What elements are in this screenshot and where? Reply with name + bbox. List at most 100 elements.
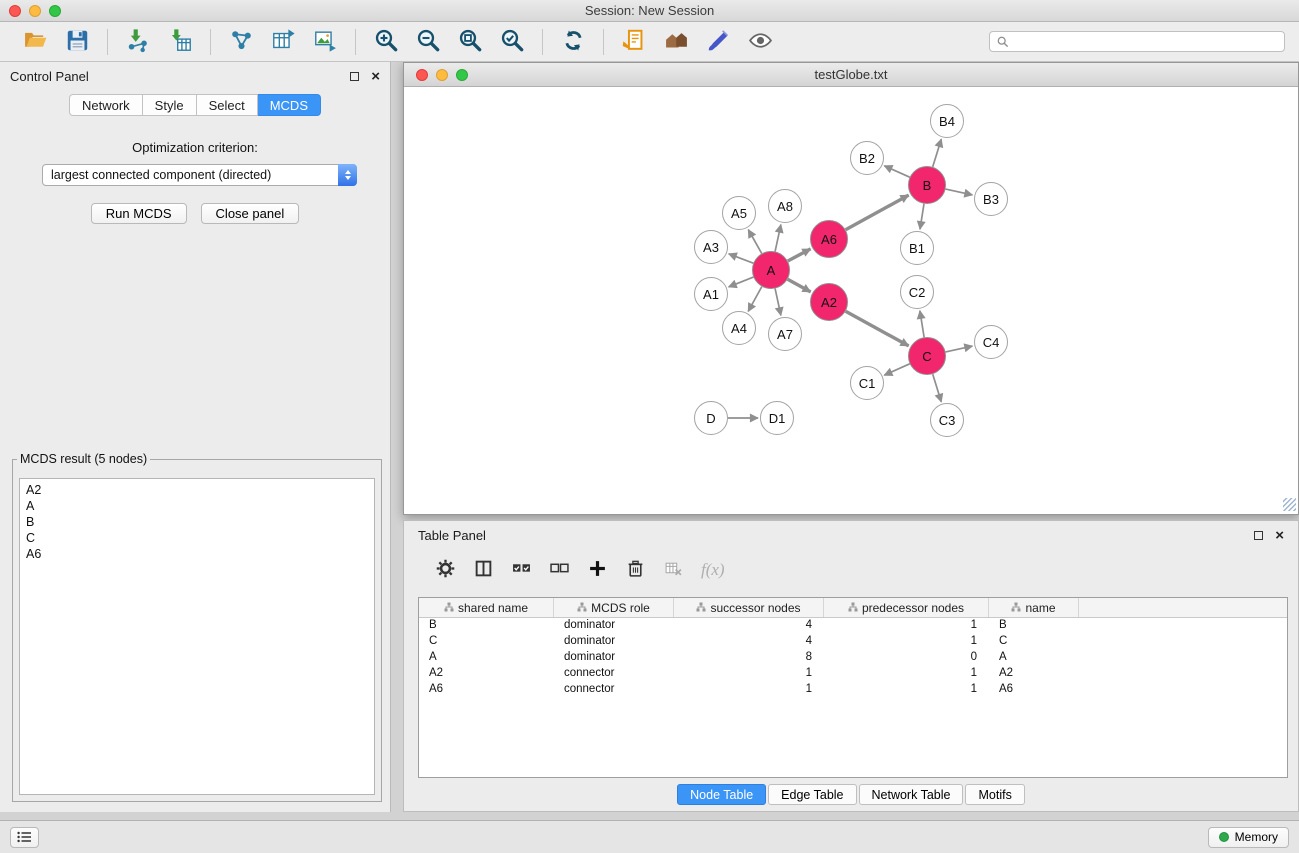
table-cell[interactable]: 1 bbox=[674, 682, 824, 698]
close-network-window-button[interactable] bbox=[416, 69, 428, 81]
new-network-button[interactable] bbox=[224, 26, 258, 58]
tab-style[interactable]: Style bbox=[143, 94, 197, 116]
table-cell[interactable]: B bbox=[419, 618, 554, 634]
zoom-in-button[interactable] bbox=[369, 26, 403, 58]
table-cell[interactable]: 8 bbox=[674, 650, 824, 666]
table-cell[interactable]: B bbox=[989, 618, 1079, 634]
table-cell[interactable]: A bbox=[419, 650, 554, 666]
edge-A-A1[interactable] bbox=[729, 277, 754, 287]
table-cell[interactable]: A6 bbox=[419, 682, 554, 698]
graph-node-B[interactable]: B bbox=[908, 166, 946, 204]
refresh-button[interactable] bbox=[556, 26, 590, 58]
edge-A-A2[interactable] bbox=[788, 279, 811, 292]
table-cell[interactable]: 4 bbox=[674, 618, 824, 634]
zoom-window-button[interactable] bbox=[49, 5, 61, 17]
function-builder-button[interactable]: f(x) bbox=[696, 555, 730, 585]
minimize-network-window-button[interactable] bbox=[436, 69, 448, 81]
table-cell[interactable]: 1 bbox=[674, 666, 824, 682]
table-cell[interactable]: dominator bbox=[554, 650, 674, 666]
graph-node-A6[interactable]: A6 bbox=[810, 220, 848, 258]
import-network-button[interactable] bbox=[121, 26, 155, 58]
column-header-mcds-role[interactable]: MCDS role bbox=[554, 598, 674, 617]
unselect-all-button[interactable] bbox=[544, 555, 574, 585]
edge-A-A3[interactable] bbox=[729, 254, 754, 263]
close-panel-icon[interactable]: × bbox=[371, 69, 380, 84]
edge-C-C1[interactable] bbox=[884, 364, 909, 375]
close-window-button[interactable] bbox=[9, 5, 21, 17]
edge-A-A8[interactable] bbox=[775, 225, 781, 252]
table-cell[interactable]: dominator bbox=[554, 634, 674, 650]
graph-node-A[interactable]: A bbox=[752, 251, 790, 289]
table-settings-button[interactable] bbox=[430, 555, 460, 585]
table-cell[interactable]: connector bbox=[554, 682, 674, 698]
close-panel-button[interactable]: Close panel bbox=[201, 203, 300, 224]
apply-style-button[interactable] bbox=[701, 26, 735, 58]
table-row[interactable]: A2connector11A2 bbox=[419, 666, 1287, 682]
edge-C-C2[interactable] bbox=[920, 311, 924, 337]
table-cell[interactable]: 1 bbox=[824, 682, 989, 698]
search-input[interactable] bbox=[1014, 35, 1277, 49]
graph-node-B1[interactable]: B1 bbox=[900, 231, 934, 265]
table-cell[interactable]: A bbox=[989, 650, 1079, 666]
tab-network-table[interactable]: Network Table bbox=[859, 784, 964, 805]
graph-node-A4[interactable]: A4 bbox=[722, 311, 756, 345]
network-window-titlebar[interactable]: testGlobe.txt bbox=[404, 63, 1298, 87]
column-header-name[interactable]: name bbox=[989, 598, 1079, 617]
edge-A-A7[interactable] bbox=[775, 289, 781, 316]
zoom-selected-button[interactable] bbox=[495, 26, 529, 58]
mcds-result-item[interactable]: C bbox=[26, 530, 368, 546]
edge-C-C3[interactable] bbox=[933, 374, 942, 402]
graph-node-C1[interactable]: C1 bbox=[850, 366, 884, 400]
first-neighbors-button[interactable] bbox=[617, 26, 651, 58]
float-table-panel-icon[interactable] bbox=[1254, 531, 1263, 540]
graph-node-B2[interactable]: B2 bbox=[850, 141, 884, 175]
add-column-button[interactable] bbox=[582, 555, 612, 585]
search-box[interactable] bbox=[989, 31, 1285, 52]
tab-select[interactable]: Select bbox=[197, 94, 258, 116]
table-cell[interactable]: A6 bbox=[989, 682, 1079, 698]
tab-mcds[interactable]: MCDS bbox=[258, 94, 321, 116]
tab-motifs[interactable]: Motifs bbox=[965, 784, 1024, 805]
edge-A-A5[interactable] bbox=[748, 230, 761, 254]
table-cell[interactable]: A2 bbox=[989, 666, 1079, 682]
table-row[interactable]: Bdominator41B bbox=[419, 618, 1287, 634]
edge-B-B3[interactable] bbox=[946, 189, 973, 195]
graph-node-D1[interactable]: D1 bbox=[760, 401, 794, 435]
delete-table-button[interactable] bbox=[658, 555, 688, 585]
mcds-result-item[interactable]: A2 bbox=[26, 482, 368, 498]
table-cell[interactable]: connector bbox=[554, 666, 674, 682]
zoom-fit-button[interactable] bbox=[453, 26, 487, 58]
graph-node-A3[interactable]: A3 bbox=[694, 230, 728, 264]
export-image-button[interactable] bbox=[308, 26, 342, 58]
graph-node-D[interactable]: D bbox=[694, 401, 728, 435]
mcds-result-item[interactable]: B bbox=[26, 514, 368, 530]
open-file-button[interactable] bbox=[18, 26, 52, 58]
mcds-result-list[interactable]: A2ABCA6 bbox=[19, 478, 375, 795]
graph-node-A5[interactable]: A5 bbox=[722, 196, 756, 230]
table-row[interactable]: A6connector11A6 bbox=[419, 682, 1287, 698]
graph-node-A1[interactable]: A1 bbox=[694, 277, 728, 311]
tab-node-table[interactable]: Node Table bbox=[677, 784, 766, 805]
optimization-criterion-select[interactable]: largest connected component (directed) bbox=[42, 164, 357, 186]
graph-node-C3[interactable]: C3 bbox=[930, 403, 964, 437]
tab-network[interactable]: Network bbox=[69, 94, 143, 116]
tab-edge-table[interactable]: Edge Table bbox=[768, 784, 856, 805]
zoom-network-window-button[interactable] bbox=[456, 69, 468, 81]
show-columns-button[interactable] bbox=[468, 555, 498, 585]
graph-node-C[interactable]: C bbox=[908, 337, 946, 375]
minimize-window-button[interactable] bbox=[29, 5, 41, 17]
edge-B-B2[interactable] bbox=[884, 166, 909, 177]
table-cell[interactable]: C bbox=[989, 634, 1079, 650]
table-cell[interactable]: 1 bbox=[824, 634, 989, 650]
mcds-result-item[interactable]: A6 bbox=[26, 546, 368, 562]
memory-button[interactable]: Memory bbox=[1208, 827, 1289, 848]
edge-A-A4[interactable] bbox=[748, 287, 762, 312]
edge-C-C4[interactable] bbox=[946, 346, 973, 352]
network-canvas[interactable]: B4B2BB3A5A8A6B1A3AC2A1A2A4A7C4CC1C3DD1 bbox=[404, 87, 1298, 513]
table-cell[interactable]: 1 bbox=[824, 666, 989, 682]
home-button[interactable] bbox=[659, 26, 693, 58]
table-row[interactable]: Cdominator41C bbox=[419, 634, 1287, 650]
edge-A6-B[interactable] bbox=[846, 195, 909, 230]
zoom-out-button[interactable] bbox=[411, 26, 445, 58]
column-header-shared-name[interactable]: shared name bbox=[419, 598, 554, 617]
